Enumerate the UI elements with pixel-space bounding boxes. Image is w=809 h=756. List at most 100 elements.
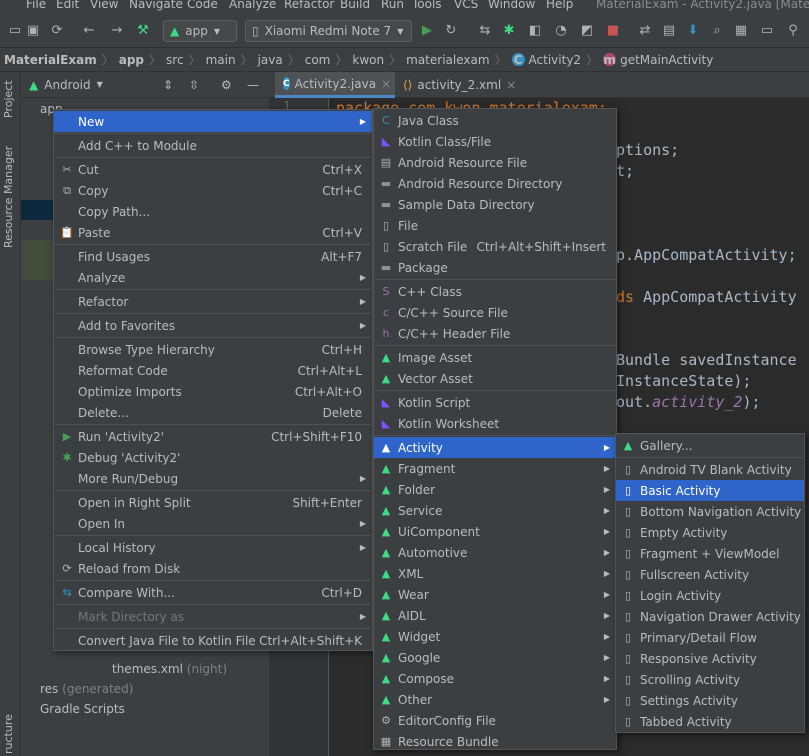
activity-submenu-item-basic-activity[interactable]: ▯ Basic Activity — [616, 480, 804, 501]
open-folder-icon[interactable]: ▭ — [6, 21, 24, 39]
activity-submenu-item-bottom-navigation-activity[interactable]: ▯ Bottom Navigation Activity — [616, 501, 804, 522]
sdk-manager-icon[interactable]: ⬇ — [684, 21, 702, 39]
new-submenu-item-java-class[interactable]: C Java Class — [374, 110, 616, 131]
collapse-all-icon[interactable]: ⇳ — [189, 78, 199, 92]
breadcrumb-method[interactable]: getMainActivity — [620, 53, 713, 67]
run-config-select[interactable]: ▲ app ▼ — [163, 20, 237, 42]
new-submenu-item-c-class[interactable]: S C++ Class — [374, 281, 616, 302]
activity-submenu-item-primary-detail-flow[interactable]: ▯ Primary/Detail Flow — [616, 627, 804, 648]
context-menu-item-open-in[interactable]: Open In ▶ — [54, 513, 372, 534]
new-submenu-item-fragment[interactable]: ▲ Fragment ▶ — [374, 458, 616, 479]
context-menu-item-refactor[interactable]: Refactor ▶ — [54, 291, 372, 312]
menu-analyze[interactable]: Analyze — [229, 0, 276, 11]
new-submenu-item-uicomponent[interactable]: ▲ UiComponent ▶ — [374, 521, 616, 542]
new-submenu-item-google[interactable]: ▲ Google ▶ — [374, 647, 616, 668]
new-submenu-item-c-c-source-file[interactable]: c C/C++ Source File — [374, 302, 616, 323]
chevron-down-icon[interactable]: ▼ — [97, 80, 103, 89]
context-menu-item-reformat-code[interactable]: Reformat Code Ctrl+Alt+L — [54, 360, 372, 381]
activity-submenu-item-scrolling-activity[interactable]: ▯ Scrolling Activity — [616, 669, 804, 690]
layout-inspector-icon[interactable]: ⌕ — [708, 21, 726, 39]
structure-tool-tab[interactable]: ructure — [2, 714, 15, 754]
activity-submenu-item-fragment-viewmodel[interactable]: ▯ Fragment + ViewModel — [616, 543, 804, 564]
coverage-icon[interactable]: ◩ — [578, 21, 596, 39]
activity-submenu-item-login-activity[interactable]: ▯ Login Activity — [616, 585, 804, 606]
menu-tools[interactable]: Tools — [412, 0, 442, 11]
new-submenu-item-c-c-header-file[interactable]: h C/C++ Header File — [374, 323, 616, 344]
context-menu-item-debug-activity2[interactable]: ✱ Debug 'Activity2' — [54, 447, 372, 468]
new-submenu-item-aidl[interactable]: ▲ AIDL ▶ — [374, 605, 616, 626]
context-menu-item-more-run-debug[interactable]: More Run/Debug ▶ — [54, 468, 372, 489]
activity-submenu-item-tabbed-activity[interactable]: ▯ Tabbed Activity — [616, 711, 804, 732]
code-with-me-icon[interactable]: ▭ — [758, 21, 776, 39]
new-submenu-item-xml[interactable]: ▲ XML ▶ — [374, 563, 616, 584]
expand-all-icon[interactable]: ⇕ — [163, 78, 173, 92]
tree-item-res-generated[interactable]: res (generated) — [40, 682, 133, 696]
gear-icon[interactable]: ⚙ — [221, 78, 232, 92]
stop-icon[interactable]: ■ — [604, 21, 622, 39]
breadcrumb-com[interactable]: com — [305, 53, 331, 67]
context-menu-item-compare-with[interactable]: ⇆ Compare With... Ctrl+D — [54, 582, 372, 603]
context-menu-item-paste[interactable]: 📋 Paste Ctrl+V — [54, 222, 372, 243]
new-submenu-item-android-resource-directory[interactable]: ▬ Android Resource Directory — [374, 173, 616, 194]
sync-icon[interactable]: ⟳ — [48, 21, 66, 39]
tab-activity2-java[interactable]: C Activity2.java × — [275, 72, 395, 98]
close-icon[interactable]: × — [381, 77, 391, 91]
close-icon[interactable]: × — [506, 78, 516, 92]
menu-view[interactable]: View — [90, 0, 118, 11]
context-menu-item-reload-from-disk[interactable]: ⟳ Reload from Disk — [54, 558, 372, 579]
context-menu-item-add-c-to-module[interactable]: Add C++ to Module — [54, 135, 372, 156]
new-submenu-item-widget[interactable]: ▲ Widget ▶ — [374, 626, 616, 647]
breadcrumb-main[interactable]: main — [206, 53, 236, 67]
new-submenu-item-compose[interactable]: ▲ Compose ▶ — [374, 668, 616, 689]
new-submenu-item-activity[interactable]: ▲ Activity ▶ — [374, 437, 616, 458]
menu-file[interactable]: File — [26, 0, 46, 11]
new-submenu-item-other[interactable]: ▲ Other ▶ — [374, 689, 616, 710]
forward-icon[interactable]: → — [108, 21, 126, 39]
activity-submenu-item-android-tv-blank-activity[interactable]: ▯ Android TV Blank Activity — [616, 459, 804, 480]
activity-submenu-item-navigation-drawer-activity[interactable]: ▯ Navigation Drawer Activity — [616, 606, 804, 627]
new-submenu-item-file[interactable]: ▯ File — [374, 215, 616, 236]
new-submenu-item-android-resource-file[interactable]: ▤ Android Resource File — [374, 152, 616, 173]
menu-navigate[interactable]: Navigate — [129, 0, 183, 11]
profile-icon[interactable]: ◔ — [552, 21, 570, 39]
activity-submenu-item-empty-activity[interactable]: ▯ Empty Activity — [616, 522, 804, 543]
new-submenu-item-image-asset[interactable]: ▲ Image Asset — [374, 347, 616, 368]
menu-code[interactable]: Code — [187, 0, 218, 11]
breadcrumb-package[interactable]: materialexam — [406, 53, 489, 67]
new-submenu-item-scratch-file[interactable]: ▯ Scratch File Ctrl+Alt+Shift+Insert — [374, 236, 616, 257]
new-submenu-item-kotlin-script[interactable]: ◣ Kotlin Script — [374, 392, 616, 413]
new-submenu-item-wear[interactable]: ▲ Wear ▶ — [374, 584, 616, 605]
menu-edit[interactable]: Edit — [56, 0, 79, 11]
context-menu-item-convert-java-file-to-kotlin-file[interactable]: Convert Java File to Kotlin File Ctrl+Alt… — [54, 630, 372, 651]
new-submenu-item-kotlin-worksheet[interactable]: ◣ Kotlin Worksheet — [374, 413, 616, 434]
context-menu-item-analyze[interactable]: Analyze ▶ — [54, 267, 372, 288]
new-submenu-item-service[interactable]: ▲ Service ▶ — [374, 500, 616, 521]
project-tool-tab[interactable]: Project — [2, 80, 15, 118]
apply-changes-icon[interactable]: ↻ — [442, 21, 460, 39]
new-submenu-item-folder[interactable]: ▲ Folder ▶ — [374, 479, 616, 500]
breadcrumb-java[interactable]: java — [258, 53, 283, 67]
context-menu-item-new[interactable]: New ▶ — [54, 111, 372, 132]
breadcrumb-src[interactable]: src — [166, 53, 184, 67]
back-icon[interactable]: ← — [80, 21, 98, 39]
context-menu-item-open-in-right-split[interactable]: Open in Right Split Shift+Enter — [54, 492, 372, 513]
hide-icon[interactable]: — — [247, 78, 259, 92]
activity-submenu-item-gallery[interactable]: ▲ Gallery... — [616, 435, 804, 456]
device-manager-icon[interactable]: ▤ — [660, 21, 678, 39]
menu-build[interactable]: Build — [340, 0, 370, 11]
new-submenu-item-editorconfig-file[interactable]: ⚙ EditorConfig File — [374, 710, 616, 731]
breadcrumb-project[interactable]: MaterialExam — [4, 53, 97, 67]
activity-submenu-item-fullscreen-activity[interactable]: ▯ Fullscreen Activity — [616, 564, 804, 585]
context-menu-item-copy[interactable]: ⧉ Copy Ctrl+C — [54, 180, 372, 201]
menu-refactor[interactable]: Refactor — [284, 0, 334, 11]
attach-debugger-icon[interactable]: ◧ — [526, 21, 544, 39]
breadcrumb-class[interactable]: Activity2 — [529, 53, 582, 67]
apply-code-changes-icon[interactable]: ⇆ — [476, 21, 494, 39]
tree-item-themes-night[interactable]: themes.xml (night) — [112, 662, 227, 676]
context-menu-item-find-usages[interactable]: Find Usages Alt+F7 — [54, 246, 372, 267]
activity-submenu-item-settings-activity[interactable]: ▯ Settings Activity — [616, 690, 804, 711]
menu-help[interactable]: Help — [546, 0, 573, 11]
context-menu-item-copy-path[interactable]: Copy Path... — [54, 201, 372, 222]
tree-item-gradle-scripts[interactable]: Gradle Scripts — [40, 702, 125, 716]
context-menu-item-delete[interactable]: Delete... Delete — [54, 402, 372, 423]
